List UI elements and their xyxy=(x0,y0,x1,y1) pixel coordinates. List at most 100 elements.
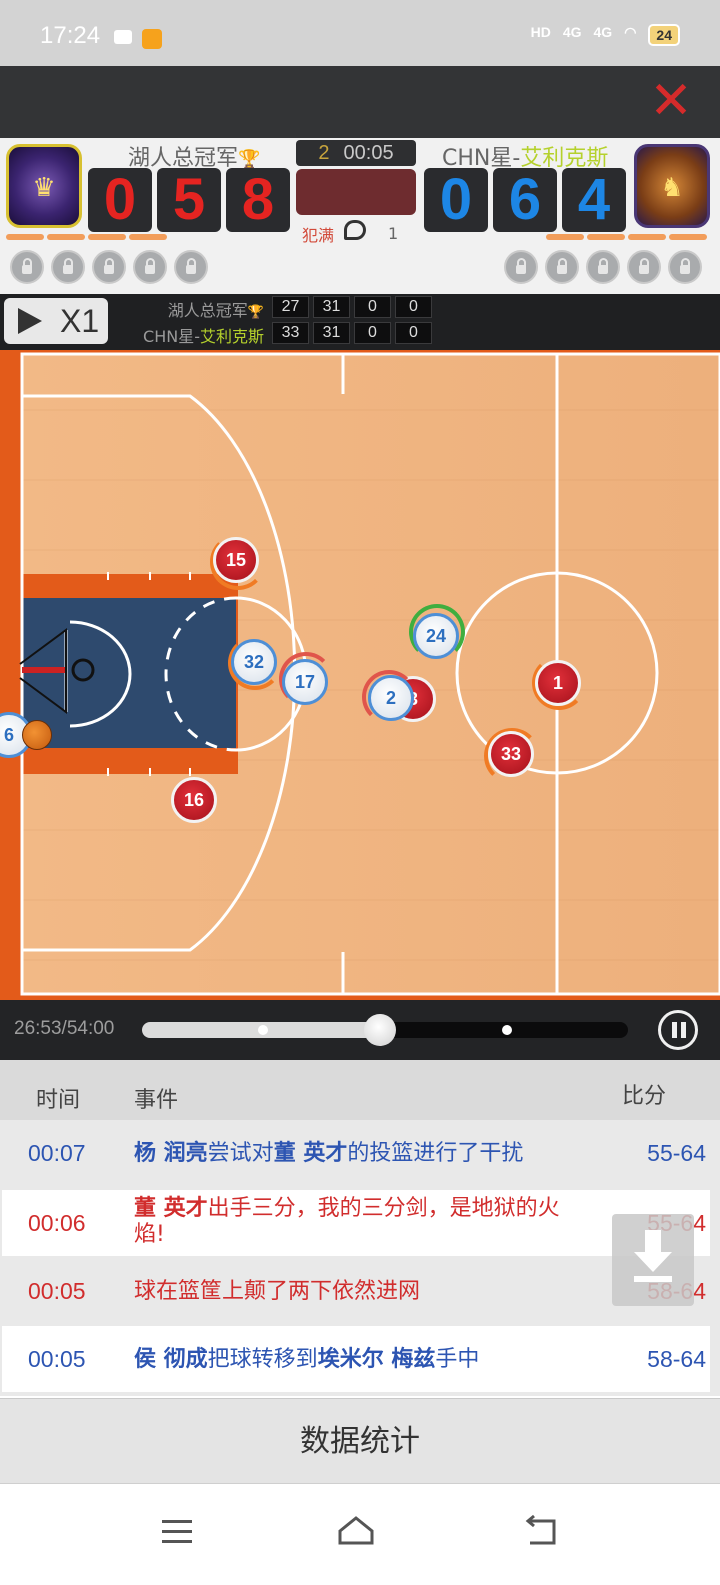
status-time: 17:24 xyxy=(40,22,101,49)
event-text: 球在篮筐上颠了两下依然进网 xyxy=(134,1279,421,1304)
whistle-icon xyxy=(344,220,366,240)
lock-icon[interactable] xyxy=(545,250,579,284)
timeline-marker xyxy=(258,1025,268,1035)
header-score: 比分 xyxy=(622,1084,667,1109)
home-score-digit: 0 xyxy=(88,168,152,232)
lock-icon[interactable] xyxy=(92,250,126,284)
quarter-score-cell: 0 xyxy=(354,296,391,318)
replay-timeline: 26:53/54:00 xyxy=(0,1000,720,1060)
player-red[interactable]: 1 xyxy=(535,660,581,706)
timeline-marker xyxy=(502,1025,512,1035)
player-red[interactable]: 16 xyxy=(171,777,217,823)
foul-label: 犯满 xyxy=(302,226,335,245)
away-score-digit: 0 xyxy=(424,168,488,232)
player-blue[interactable]: 17 xyxy=(282,659,328,705)
shot-clock xyxy=(296,169,416,215)
event-time: 00:07 xyxy=(28,1140,86,1166)
menu-icon[interactable] xyxy=(156,1511,200,1551)
event-text: 侯 彻成把球转移到埃米尔 梅兹手中 xyxy=(134,1347,480,1372)
system-nav-bar xyxy=(0,1485,720,1585)
signal-icon: 4G xyxy=(562,24,582,40)
quarter-score-cell: 33 xyxy=(272,322,309,344)
court-lines xyxy=(19,352,720,996)
lock-icon[interactable] xyxy=(627,250,661,284)
clock-time: 00:05 xyxy=(343,142,394,164)
pause-icon[interactable] xyxy=(658,1010,698,1050)
home-team-logo: ♛ xyxy=(6,144,82,228)
quarter-score-cell: 31 xyxy=(313,322,350,344)
arrow-down-icon xyxy=(634,1230,672,1282)
event-row: 00:07 杨 润亮尝试对董 英才的投篮进行了干扰 55-64 xyxy=(2,1120,710,1186)
event-time: 00:05 xyxy=(28,1278,86,1304)
player-blue[interactable]: 24 xyxy=(413,613,459,659)
playback-bar: X1 湖人总冠军🏆 CHN星-艾利克斯 27 31 0 0 33 31 0 0 xyxy=(0,294,720,350)
lock-icon[interactable] xyxy=(51,250,85,284)
home-bench-slots xyxy=(10,250,208,284)
speed-button[interactable]: X1 xyxy=(4,298,108,344)
quarter-team-away: CHN星-艾利克斯 xyxy=(143,327,264,346)
event-score: 58-64 xyxy=(647,1346,706,1372)
player-blue[interactable]: 2 xyxy=(368,675,414,721)
wifi-icon: ◠ xyxy=(624,24,637,40)
dragon-icon: ♛ xyxy=(32,173,56,203)
quarter-team-home: 湖人总冠军🏆 xyxy=(167,301,264,320)
foul-count: 1 xyxy=(388,224,399,243)
top-bar: ✕ xyxy=(0,66,720,138)
header-time: 时间 xyxy=(36,1088,81,1113)
timeline-knob[interactable] xyxy=(364,1014,397,1046)
event-row: 00:05 球在篮筐上颠了两下依然进网 58-64 xyxy=(2,1258,710,1324)
quarter-score-cell: 0 xyxy=(395,296,432,318)
close-icon[interactable]: ✕ xyxy=(646,75,696,127)
event-time: 00:05 xyxy=(28,1346,86,1372)
event-header: 时间 事件 比分 xyxy=(0,1060,720,1120)
quarter-score-cell: 0 xyxy=(395,322,432,344)
tiger-icon: ♞ xyxy=(660,173,684,203)
game-clock: 2 00:05 xyxy=(296,140,416,166)
lock-icon[interactable] xyxy=(668,250,702,284)
event-row: 00:05 侯 彻成把球转移到埃米尔 梅兹手中 58-64 xyxy=(2,1326,710,1392)
quarter-score-cell: 27 xyxy=(272,296,309,318)
home-score-digit: 5 xyxy=(157,168,221,232)
away-team-logo: ♞ xyxy=(634,144,710,228)
event-row: 00:06 董 英才出手三分，我的三分剑，是地狱的火焰! 55-64 xyxy=(2,1190,710,1256)
lock-icon[interactable] xyxy=(586,250,620,284)
player-red[interactable]: 33 xyxy=(488,731,534,777)
home-timeout-bars xyxy=(6,234,167,240)
quarter-number: 2 xyxy=(318,142,330,164)
lock-icon[interactable] xyxy=(133,250,167,284)
trophy-icon: 🏆 xyxy=(247,305,264,320)
status-bar: 17:24 HD 4G 4G ◠ 24 xyxy=(0,0,720,66)
lock-icon[interactable] xyxy=(504,250,538,284)
camera-icon xyxy=(114,30,132,44)
quarter-score-cell: 0 xyxy=(354,322,391,344)
lock-icon[interactable] xyxy=(10,250,44,284)
stats-button[interactable]: 数据统计 xyxy=(0,1398,720,1484)
quarter-score-cell: 31 xyxy=(313,296,350,318)
scoreboard: ♛ ♞ 湖人总冠军🏆 CHN星-艾利克斯 0 5 8 2 00:05 犯满 1 0… xyxy=(0,138,720,294)
header-event: 事件 xyxy=(134,1088,179,1113)
back-icon[interactable] xyxy=(520,1511,564,1551)
timeline-track[interactable] xyxy=(142,1014,628,1046)
away-score-digit: 6 xyxy=(493,168,557,232)
event-score: 55-64 xyxy=(647,1140,706,1166)
player-blue[interactable]: 32 xyxy=(231,639,277,685)
event-time: 00:06 xyxy=(28,1210,86,1236)
away-bench-slots xyxy=(504,250,702,284)
hd-icon: HD xyxy=(530,24,551,40)
timeline-time: 26:53/54:00 xyxy=(14,1018,115,1039)
home-icon[interactable] xyxy=(334,1511,378,1551)
event-text: 杨 润亮尝试对董 英才的投篮进行了干扰 xyxy=(134,1141,524,1166)
lock-icon[interactable] xyxy=(174,250,208,284)
event-text: 董 英才出手三分，我的三分剑，是地狱的火焰! xyxy=(134,1196,560,1247)
app-notification-icon xyxy=(142,29,162,49)
player-red[interactable]: 15 xyxy=(213,537,259,583)
away-timeout-bars xyxy=(546,234,707,240)
basketball-icon xyxy=(22,720,52,750)
scroll-down-button[interactable] xyxy=(612,1214,694,1306)
signal-icon: 4G xyxy=(593,24,613,40)
play-icon xyxy=(18,308,42,334)
home-score-digit: 8 xyxy=(226,168,290,232)
away-score-digit: 4 xyxy=(562,168,626,232)
battery-icon: 24 xyxy=(648,24,680,46)
basketball-court: 15 16 1 33 3 32 17 24 2 6 xyxy=(0,350,720,1000)
